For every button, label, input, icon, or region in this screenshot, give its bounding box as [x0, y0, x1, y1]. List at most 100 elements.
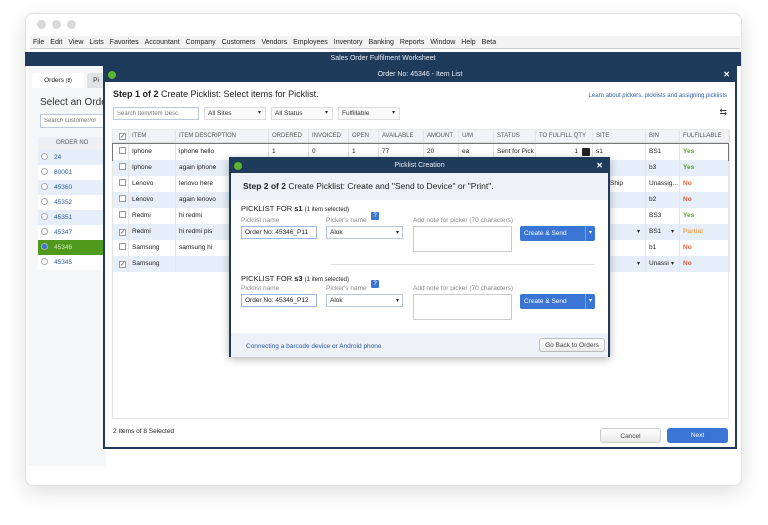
picklist-name-input[interactable]: Order No: 45346_P11 — [241, 226, 317, 239]
order-row[interactable]: 45345 — [38, 255, 106, 270]
note-label: Add note for picker (70 characters) — [413, 217, 514, 224]
column-header[interactable]: OPEN — [349, 130, 379, 142]
order-radio[interactable] — [41, 213, 48, 220]
column-header[interactable]: ITEM — [129, 130, 176, 142]
column-header[interactable]: TO FULFILL QTY — [536, 130, 593, 142]
order-radio[interactable] — [41, 243, 48, 250]
item-search-input[interactable] — [113, 107, 199, 120]
menu-view[interactable]: View — [68, 39, 83, 46]
order-radio[interactable] — [41, 258, 48, 265]
order-row[interactable]: 45346 — [38, 240, 106, 255]
picklist-name-input[interactable]: Order No: 45346_P12 — [241, 294, 317, 307]
order-search-input[interactable] — [40, 114, 106, 128]
cell-item: Redmi — [129, 224, 176, 240]
row-checkbox[interactable] — [113, 160, 129, 176]
close-icon[interactable]: ✕ — [723, 68, 730, 82]
row-checkbox[interactable]: ✓ — [113, 224, 129, 240]
order-radio[interactable] — [41, 168, 48, 175]
menu-accountant[interactable]: Accountant — [145, 39, 180, 46]
column-header[interactable]: AMOUNT — [424, 130, 459, 142]
step2-heading: Step 2 of 2 Create Picklist: Create and … — [231, 173, 608, 200]
cancel-button[interactable]: Cancel — [600, 428, 661, 443]
order-radio[interactable] — [41, 198, 48, 205]
menu-customers[interactable]: Customers — [222, 39, 256, 46]
column-header[interactable]: STATUS — [494, 130, 536, 142]
learn-link[interactable]: Learn about pickers, picklists and assig… — [589, 93, 727, 99]
column-header[interactable]: AVAILABLE — [379, 130, 424, 142]
row-checkbox[interactable] — [113, 176, 129, 192]
modal-title: Picklist Creation — [394, 162, 445, 169]
refresh-icon[interactable]: ⇆ — [719, 107, 727, 118]
menu-company[interactable]: Company — [186, 39, 216, 46]
menu-reports[interactable]: Reports — [400, 39, 425, 46]
site-filter-select[interactable]: All Sites — [204, 107, 266, 120]
menu-employees[interactable]: Employees — [293, 39, 328, 46]
order-radio[interactable] — [41, 228, 48, 235]
order-row[interactable]: 45347 — [38, 225, 106, 240]
menu-help[interactable]: Help — [461, 39, 475, 46]
column-header[interactable]: BIN — [646, 130, 680, 142]
section-heading: PICKLIST FOR s1 (1 item selected) — [241, 204, 349, 213]
barcode-device-link[interactable]: Connecting a barcode device or Android p… — [246, 343, 382, 350]
menu-edit[interactable]: Edit — [50, 39, 62, 46]
qty-picker-icon[interactable] — [582, 148, 590, 156]
cell-bin: Unassi — [646, 256, 680, 272]
row-checkbox[interactable] — [113, 144, 129, 160]
row-checkbox[interactable] — [113, 192, 129, 208]
modal-close-icon[interactable]: ✕ — [596, 159, 603, 173]
site-dropdown-icon[interactable]: ▾ — [637, 224, 640, 240]
fulfillable-filter-select[interactable]: Fulfillable — [338, 107, 400, 120]
help-icon[interactable]: ? — [371, 280, 379, 288]
column-header[interactable]: FULFILLABLE — [680, 130, 730, 142]
chevron-down-icon[interactable]: ▾ — [585, 226, 595, 241]
help-icon[interactable]: ? — [371, 212, 379, 220]
order-radio[interactable] — [41, 183, 48, 190]
menu-window[interactable]: Window — [430, 39, 455, 46]
site-dropdown-icon[interactable]: ▾ — [637, 256, 640, 272]
select-all-checkbox[interactable]: ✓ — [113, 130, 129, 142]
window-maximize-dot[interactable] — [67, 20, 76, 29]
menu-vendors[interactable]: Vendors — [261, 39, 287, 46]
cell-bin: BS1 — [646, 224, 680, 240]
row-checkbox[interactable] — [113, 208, 129, 224]
next-button[interactable]: Next — [667, 428, 728, 443]
window-minimize-dot[interactable] — [52, 20, 61, 29]
menu-lists[interactable]: Lists — [89, 39, 103, 46]
pickers-name-select[interactable]: Alok ▾ — [326, 294, 403, 307]
order-no-header[interactable]: ORDER NO — [38, 137, 106, 150]
select-order-heading: Select an Order — [40, 97, 111, 108]
order-row[interactable]: 45360 — [38, 180, 106, 195]
column-header[interactable]: ORDERED — [269, 130, 309, 142]
menu-favorites[interactable]: Favorites — [110, 39, 139, 46]
column-header[interactable]: U/M — [459, 130, 494, 142]
window-close-dot[interactable] — [37, 20, 46, 29]
column-header[interactable]: SITE — [593, 130, 646, 142]
go-back-to-orders-button[interactable]: Go Back to Orders — [539, 338, 605, 352]
create-and-send-button[interactable]: Create & Send ▾ — [520, 226, 595, 241]
tab-orders[interactable]: Orders (8) — [32, 73, 84, 88]
row-checkbox[interactable]: ✓ — [113, 256, 129, 272]
chevron-down-icon[interactable]: ▾ — [585, 294, 595, 309]
order-radio[interactable] — [41, 153, 48, 160]
note-textarea[interactable] — [413, 226, 512, 252]
menu-banking[interactable]: Banking — [369, 39, 394, 46]
order-row[interactable]: 45352 — [38, 195, 106, 210]
tab-orders-label: Orders — [44, 77, 64, 84]
column-header[interactable]: INVOICED — [309, 130, 349, 142]
section-prefix: PICKLIST FOR — [241, 274, 295, 283]
row-checkbox[interactable] — [113, 240, 129, 256]
note-textarea[interactable] — [413, 294, 512, 320]
create-and-send-button[interactable]: Create & Send ▾ — [520, 294, 595, 309]
pickers-name-label: Picker's name — [326, 285, 367, 292]
order-row[interactable]: 24 — [38, 150, 106, 165]
order-row[interactable]: 45351 — [38, 210, 106, 225]
status-filter-select[interactable]: All Status — [271, 107, 333, 120]
menu-file[interactable]: File — [33, 39, 44, 46]
order-row[interactable]: 80001 — [38, 165, 106, 180]
bin-dropdown-icon[interactable]: ▾ — [671, 256, 674, 272]
pickers-name-select[interactable]: Alok ▾ — [326, 226, 403, 239]
menu-inventory[interactable]: Inventory — [334, 39, 363, 46]
bin-dropdown-icon[interactable]: ▾ — [671, 224, 674, 240]
column-header[interactable]: ITEM DESCRIPTION — [176, 130, 269, 142]
menu-beta[interactable]: Beta — [482, 39, 496, 46]
